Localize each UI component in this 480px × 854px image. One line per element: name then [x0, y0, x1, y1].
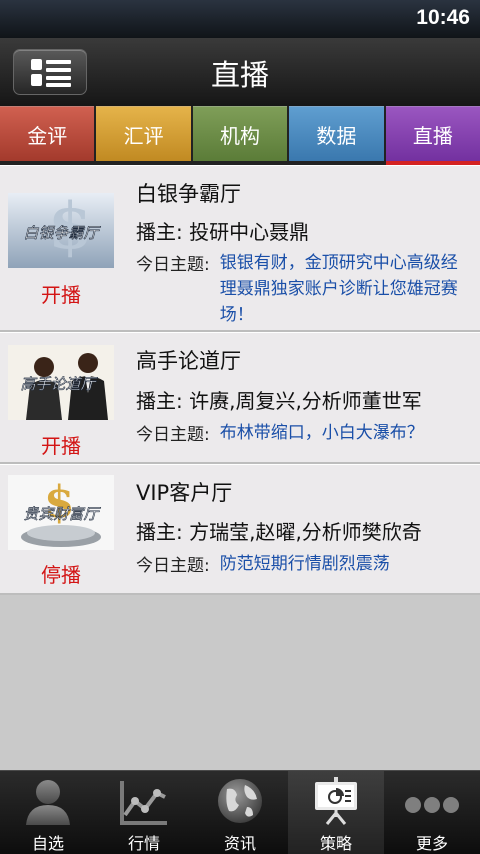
more-dots-icon — [405, 797, 459, 813]
topic-label: 今日主题: — [136, 255, 210, 275]
nav-label: 行情 — [127, 834, 160, 853]
nav-label: 自选 — [31, 834, 64, 853]
presentation-icon — [315, 777, 357, 825]
tab-data[interactable]: 数据 — [289, 106, 384, 161]
tab-forex-review[interactable]: 汇评 — [96, 106, 191, 161]
room-topic: 今日主题: 布林带缩口，小白大瀑布？ — [136, 420, 480, 446]
live-status: 停播 — [41, 563, 81, 587]
room-topic: 今日主题: 防范短期行情剧烈震荡 — [136, 551, 480, 577]
topic-label: 今日主题: — [136, 425, 210, 445]
live-room-item[interactable]: $ 贵宾财富厅 停播 VIP客户厅 播主: 方瑞莹,赵曜,分析师樊欣奇 今日主题… — [0, 464, 480, 595]
tab-gold-review[interactable]: 金评 — [0, 106, 95, 161]
live-room-item[interactable]: $ 白银争霸厅 开播 白银争霸厅 播主: 投研中心聂鼎 今日主题: 银银有财，金… — [0, 165, 480, 332]
room-name: 高手论道厅 — [136, 349, 241, 373]
chart-icon — [120, 781, 167, 825]
nav-watchlist[interactable]: 自选 — [0, 771, 96, 854]
nav-strategy[interactable]: 策略 — [288, 771, 384, 854]
nav-label: 更多 — [415, 834, 448, 853]
room-name: 白银争霸厅 — [136, 182, 241, 206]
status-time: 10:46 — [416, 6, 470, 29]
category-tabs: 金评 汇评 机构 数据 直播 — [0, 106, 480, 165]
topic-text: 防范短期行情剧烈震荡 — [219, 554, 390, 574]
bottom-nav: 自选 行情 资讯 策略 更多 — [0, 770, 480, 854]
topic-text: 银银有财，金顶研究中心高级经理聂鼎独家账户诊断让您雄冠赛场！ — [219, 253, 458, 325]
live-room-item[interactable]: 高手论道厅 开播 高手论道厅 播主: 许赓,周复兴,分析师董世军 今日主题: 布… — [0, 332, 480, 464]
svg-text:贵宾财富厅: 贵宾财富厅 — [23, 505, 101, 523]
room-thumbnail: 高手论道厅 — [8, 345, 114, 420]
nav-market[interactable]: 行情 — [96, 771, 192, 854]
page-title: 直播 — [210, 58, 269, 92]
app-header: 直播 — [0, 38, 480, 106]
room-thumbnail: $ 白银争霸厅 — [8, 193, 114, 268]
status-bar: 10:46 — [0, 0, 480, 38]
nav-label: 资讯 — [223, 834, 256, 853]
tab-institution[interactable]: 机构 — [192, 106, 288, 161]
tab-live[interactable]: 直播 — [385, 106, 480, 165]
live-status: 开播 — [41, 283, 81, 307]
live-room-list: $ 白银争霸厅 开播 白银争霸厅 播主: 投研中心聂鼎 今日主题: 银银有财，金… — [0, 165, 480, 595]
person-icon — [26, 780, 70, 825]
room-topic: 今日主题: 银银有财，金顶研究中心高级经理聂鼎独家账户诊断让您雄冠赛场！ — [136, 250, 470, 328]
svg-text:白银争霸厅: 白银争霸厅 — [23, 224, 101, 242]
globe-icon — [218, 779, 262, 823]
room-name: VIP客户厅 — [136, 481, 233, 505]
room-host: 播主: 投研中心聂鼎 — [136, 220, 310, 244]
svg-text:高手论道厅: 高手论道厅 — [20, 375, 98, 393]
topic-label: 今日主题: — [136, 556, 210, 576]
nav-news[interactable]: 资讯 — [192, 771, 288, 854]
room-host: 播主: 许赓,周复兴,分析师董世军 — [136, 389, 422, 413]
live-status: 开播 — [41, 434, 81, 458]
nav-label: 策略 — [319, 834, 352, 853]
room-host: 播主: 方瑞莹,赵曜,分析师樊欣奇 — [136, 520, 422, 544]
nav-more[interactable]: 更多 — [384, 771, 480, 854]
room-thumbnail: $ 贵宾财富厅 — [8, 475, 114, 550]
topic-text: 布林带缩口，小白大瀑布？ — [219, 423, 424, 443]
